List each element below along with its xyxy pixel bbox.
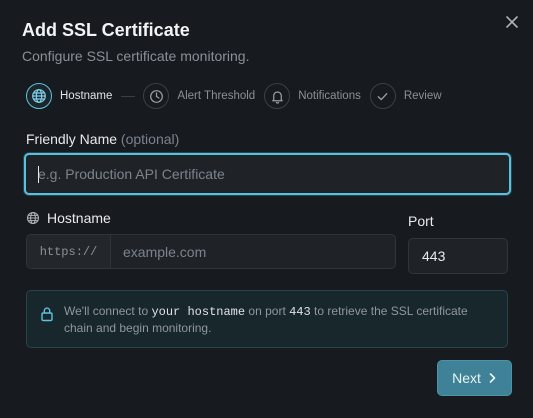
dialog-subtitle: Configure SSL certificate monitoring. (22, 48, 250, 64)
chevron-right-icon (489, 373, 496, 383)
step-notifications[interactable]: Notifications (264, 83, 361, 109)
dialog-title: Add SSL Certificate (22, 20, 190, 40)
step-review[interactable]: Review (369, 83, 442, 109)
close-icon (506, 16, 518, 28)
step-alert-threshold[interactable]: Alert Threshold (143, 83, 255, 109)
check-icon (377, 92, 388, 100)
step-hostname[interactable]: Hostname (26, 83, 112, 109)
bell-icon (271, 90, 283, 104)
add-ssl-certificate-dialog: Add SSL Certificate Configure SSL certif… (0, 0, 533, 418)
hostname-input[interactable] (111, 235, 395, 268)
step-label: Review (403, 90, 442, 102)
info-text: We'll connect to your hostname on port 4… (64, 304, 468, 335)
hostname-label: Hostname (26, 210, 111, 226)
hostname-field: https:// (26, 234, 396, 269)
info-callout: We'll connect to your hostname on port 4… (26, 290, 508, 348)
globe-icon (26, 211, 40, 225)
step-label: Alert Threshold (177, 90, 256, 102)
port-label: Port (408, 213, 434, 229)
lock-icon (41, 307, 53, 322)
clock-icon (150, 89, 163, 103)
next-button[interactable]: Next (437, 360, 512, 396)
port-input[interactable] (408, 238, 508, 274)
optional-hint: (optional) (120, 131, 180, 147)
step-label: Hostname (60, 90, 113, 102)
url-prefix: https:// (27, 235, 111, 268)
stepper: Hostname Alert Threshold Notifications R… (26, 82, 442, 110)
step-divider (121, 95, 136, 97)
text-cursor (38, 166, 39, 183)
friendly-name-label: Friendly Name (optional) (26, 131, 180, 147)
close-button[interactable] (503, 13, 521, 31)
friendly-name-input[interactable] (24, 153, 511, 195)
step-label: Notifications (298, 90, 361, 102)
globe-icon (32, 89, 46, 103)
